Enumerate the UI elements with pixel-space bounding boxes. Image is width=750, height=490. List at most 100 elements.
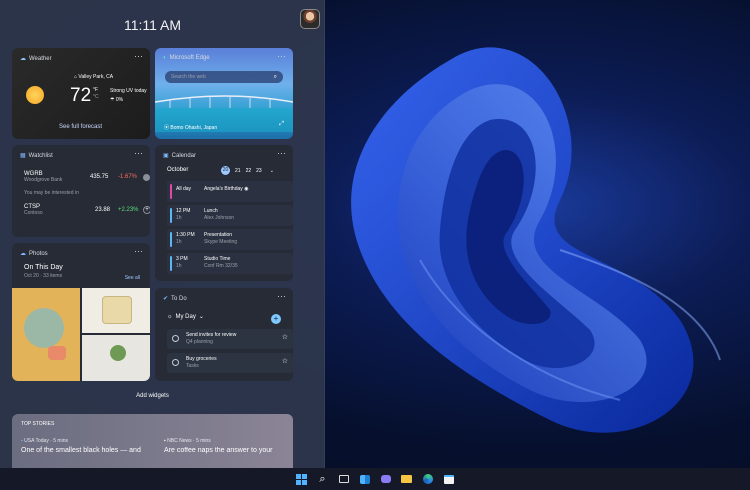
watchlist-title: Watchlist [28,152,53,159]
cloud-photos-icon: ☁ [20,251,26,257]
todo-more-button[interactable]: ··· [277,291,286,301]
home-icon: ⌂ [74,74,78,80]
edge-caption: Bomo Ohashi, Japan [170,125,218,131]
todo-item[interactable]: Send invites for review Q4 planning ☆ [167,329,293,349]
event-duration: 1h [176,263,182,269]
watchlist-widget[interactable]: ▦ Watchlist ··· WGRB Woodgrove Bank 435.7… [12,145,150,237]
search-icon[interactable]: ⌕ [316,472,330,486]
photos-more-button[interactable]: ··· [134,246,143,256]
sun-small-icon: ☼ [167,313,173,320]
calendar-day[interactable]: 22 [246,168,252,174]
unit-c[interactable]: °C [93,94,99,101]
event-duration: 1h [176,239,182,245]
edge-more-button[interactable]: ··· [277,51,286,61]
wallpaper-bloom [300,0,750,468]
chart-icon: ▦ [20,153,26,159]
weather-units: °F °C [93,87,99,101]
weather-more-button[interactable]: ··· [134,51,143,61]
edge-widget[interactable]: ◐ Microsoft Edge ··· Search the web ⌕ ⦿ B… [155,48,293,139]
store-icon[interactable] [442,472,456,486]
user-avatar[interactable] [300,9,320,29]
star-icon[interactable]: ☆ [282,357,288,365]
calendar-widget[interactable]: ▣ Calendar ··· October 20 21 22 23 ⌄ All … [155,145,293,281]
hanging-plant-photo [110,345,126,361]
edge-title: Microsoft Edge [169,55,210,61]
widgets-icon[interactable] [358,472,372,486]
see-all-link[interactable]: See all [125,275,140,281]
photos-heading: On This Day [24,264,63,271]
stock-row[interactable]: WGRB Woodgrove Bank 435.75 -1.67% [24,171,150,187]
calendar-event[interactable]: 12 PM 1h Lunch Alex Johnson [167,205,293,226]
chevron-down-icon[interactable]: ⌄ [270,168,274,174]
stock-row[interactable]: CTSP Contoso 23.88 +2.23% + [24,204,150,220]
top-stories-widget[interactable]: TOP STORIES ▪ USA Today · 5 mins One of … [12,414,293,468]
edge-icon[interactable] [421,472,435,486]
watchlist-more-button[interactable]: ··· [134,148,143,158]
umbrella-icon: ☂ [110,97,115,103]
photos-subtitle: Oct 20 · 33 items [24,273,63,279]
calendar-more-button[interactable]: ··· [277,148,286,158]
story[interactable]: ▪ USA Today · 5 mins One of the smallest… [21,438,156,454]
calendar-event[interactable]: All day Angela's Birthday ◉ [167,181,293,202]
interest-label: You may be interested in [24,190,79,196]
weather-temp: 72 [70,85,92,106]
todo-item[interactable]: Buy groceries Tasks ☆ [167,353,293,373]
task-checkbox[interactable] [172,335,179,342]
story[interactable]: ▪ NBC News · 5 mins Are coffee naps the … [164,438,293,454]
photo-tile[interactable] [12,288,80,381]
todo-title: To Do [171,295,187,302]
todo-list-selector[interactable]: ☼ My Day ⌄ [167,313,204,321]
photo-tile[interactable] [82,335,150,381]
task-checkbox[interactable] [172,359,179,366]
photos-widget[interactable]: ☁ Photos ··· On This Day Oct 20 · 33 item… [12,243,150,381]
calendar-event[interactable]: 3 PM 1h Studio Time Conf Rm 32/35 [167,253,293,274]
weather-widget[interactable]: ☁ Weather ··· ⌂ Valley Park, CA 72 °F °C … [12,48,150,139]
event-time: 12 PM [176,208,191,214]
event-color-bar [170,184,172,199]
event-title: Lunch [204,208,218,214]
photo-tile[interactable] [82,288,150,333]
event-subtitle: Conf Rm 32/35 [204,263,238,269]
chat-icon[interactable] [379,472,393,486]
weather-location: Valley Park, CA [78,74,114,80]
event-title-row: Angela's Birthday ◉ [204,186,249,192]
calendar-day[interactable]: 21 [235,168,241,174]
task-view-icon[interactable] [337,472,351,486]
remove-stock-icon[interactable] [143,174,150,181]
event-time: 1:30 PM [176,232,195,238]
add-stock-icon[interactable]: + [143,206,150,214]
chevron-down-icon: ⌄ [198,314,204,320]
event-color-bar [170,232,172,247]
checkmark-icon: ✔ [163,296,169,302]
weather-title: Weather [29,55,52,62]
start-icon[interactable] [295,472,309,486]
sun-icon [26,86,44,104]
add-task-button[interactable]: + [271,314,281,324]
calendar-event[interactable]: 1:30 PM 1h Presentation Skype Meeting [167,229,293,250]
weather-location-row: ⌂ Valley Park, CA [74,74,113,80]
calendar-days: 20 21 22 23 ⌄ [221,166,274,175]
widgets-panel: 11:11 AM ☁ Weather ··· ⌂ Valley Park, CA … [0,0,325,468]
event-duration: 1h [176,215,182,221]
basket-photo [102,296,132,324]
calendar-day[interactable]: 23 [256,168,262,174]
add-widgets-button[interactable]: Add widgets [0,393,305,399]
calendar-day-selected[interactable]: 20 [221,166,230,175]
unit-f[interactable]: °F [93,87,99,94]
see-forecast-link[interactable]: See full forecast [59,124,102,130]
story-headline: One of the smallest black holes — and [21,447,141,454]
event-color-bar [170,256,172,271]
event-subtitle: Alex Johnson [204,215,235,221]
edge-search-box[interactable]: Search the web ⌕ [165,71,283,83]
expand-icon[interactable]: ⤢ [279,121,284,128]
event-title: Angela's Birthday [204,186,243,192]
todo-widget[interactable]: ✔ To Do ··· ☼ My Day ⌄ + Send invites for r… [155,288,293,381]
event-color-bar [170,208,172,223]
edge-caption-row: ⦿ Bomo Ohashi, Japan [164,124,217,131]
task-title: Buy groceries [186,356,217,362]
star-icon[interactable]: ☆ [282,333,288,341]
precip-text: 0% [115,97,124,103]
vase-photo [48,346,66,360]
stock-change: -1.67% [118,174,138,180]
file-explorer-icon[interactable] [400,472,414,486]
